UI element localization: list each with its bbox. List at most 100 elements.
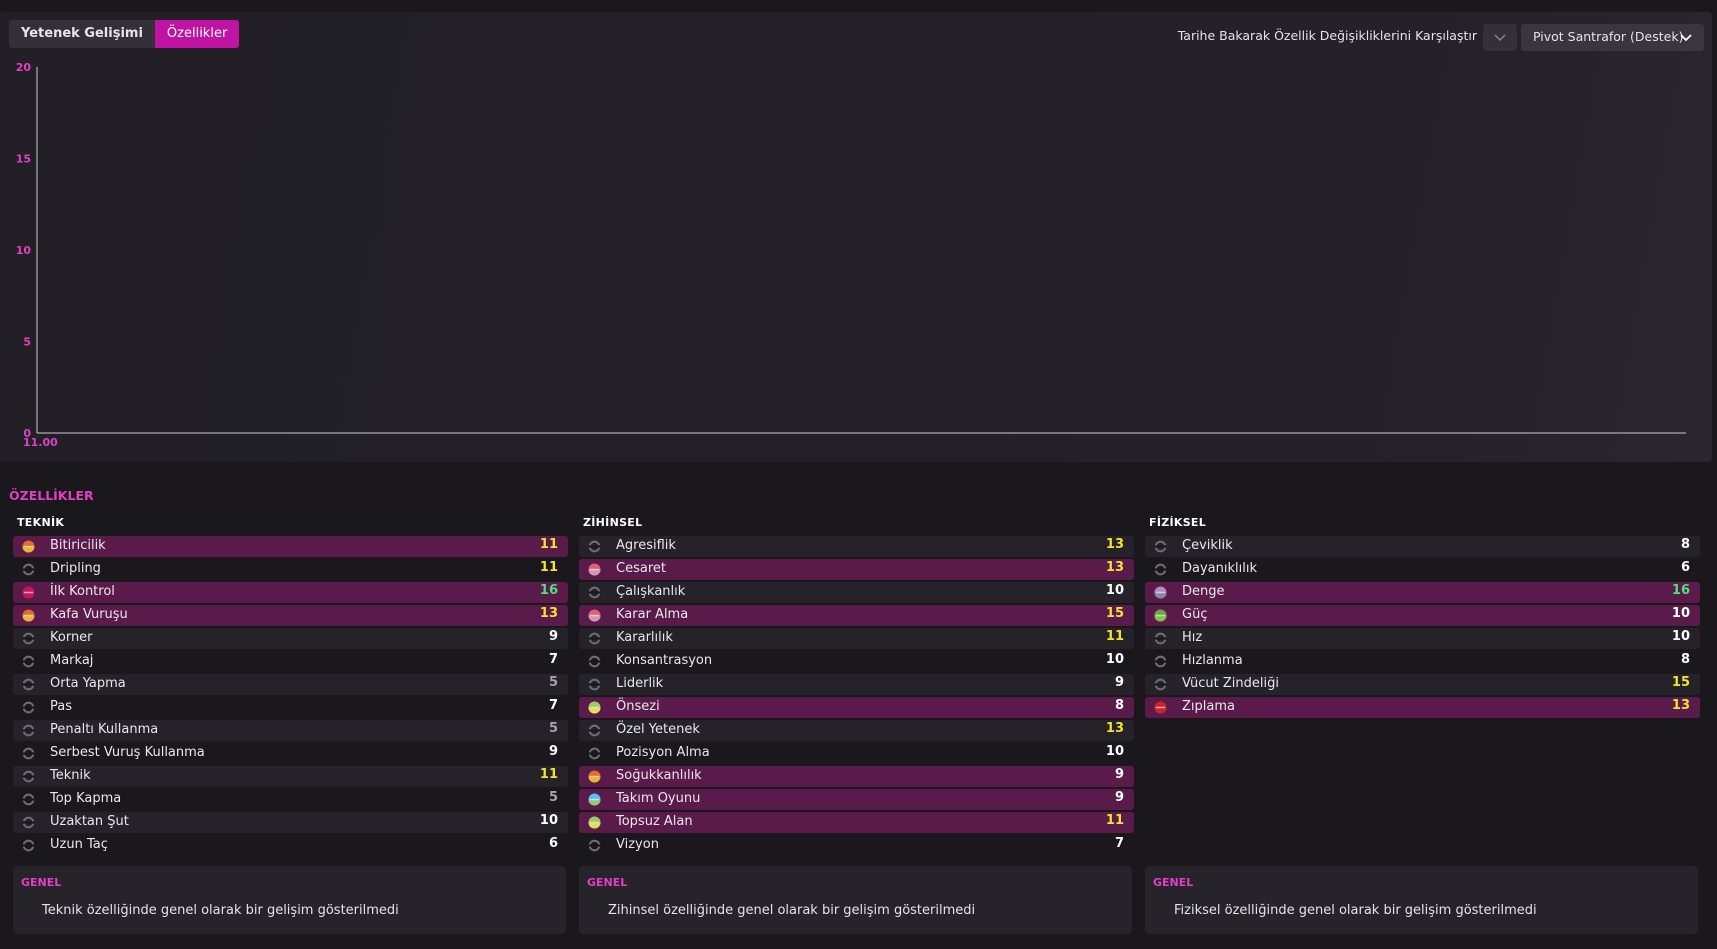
- neutral-icon: [588, 655, 601, 668]
- attribute-row-orta-yapma[interactable]: Orta Yapma 5: [13, 674, 568, 695]
- attribute-value: 11: [539, 560, 558, 575]
- summary-title: GENEL: [21, 876, 62, 889]
- attribute-row-uzaktan-sut[interactable]: Uzaktan Şut 10: [13, 812, 568, 833]
- attribute-row-uzun-tac[interactable]: Uzun Taç 6: [13, 835, 568, 856]
- attribute-row-bitiricilik[interactable]: Bitiricilik 11: [13, 536, 568, 557]
- attribute-row-sogukkanlilik[interactable]: Soğukkanlılık 9: [579, 766, 1134, 787]
- attribute-row-liderlik[interactable]: Liderlik 9: [579, 674, 1134, 695]
- attribute-value: 13: [1105, 537, 1124, 552]
- attribute-column-fiziksel: FİZİKSEL Çeviklik 8 Dayanıklılık 6 Denge 16 Güç…: [1145, 516, 1700, 720]
- attribute-row-karar-alma[interactable]: Karar Alma 15: [579, 605, 1134, 626]
- attribute-value: 13: [539, 606, 558, 621]
- attribute-row-kafa-vurusu[interactable]: Kafa Vuruşu 13: [13, 605, 568, 626]
- attribute-label: Kararlılık: [616, 630, 673, 645]
- key-attribute-icon: [588, 609, 601, 622]
- neutral-icon: [1154, 563, 1167, 576]
- attribute-row-ilk-kontrol[interactable]: İlk Kontrol 16: [13, 582, 568, 603]
- attribute-label: Serbest Vuruş Kullanma: [50, 745, 205, 760]
- attribute-label: Uzun Taç: [50, 837, 108, 852]
- attribute-label: Liderlik: [616, 676, 664, 691]
- attribute-label: Cesaret: [616, 561, 666, 576]
- attribute-row-dripling[interactable]: Dripling 11: [13, 559, 568, 580]
- attribute-row-dayaniklilik[interactable]: Dayanıklılık 6: [1145, 559, 1700, 580]
- attribute-row-guc[interactable]: Güç 10: [1145, 605, 1700, 626]
- neutral-icon: [22, 678, 35, 691]
- attribute-value: 13: [1671, 698, 1690, 713]
- attribute-row-denge[interactable]: Denge 16: [1145, 582, 1700, 603]
- attribute-row-cesaret[interactable]: Cesaret 13: [579, 559, 1134, 580]
- summary-title: GENEL: [1153, 876, 1194, 889]
- attribute-label: Dayanıklılık: [1182, 561, 1257, 576]
- attribute-value: 11: [1105, 813, 1124, 828]
- attribute-value: 5: [548, 790, 558, 805]
- attribute-chart: 0510152011.00: [16, 61, 1686, 449]
- attribute-row-onsezi[interactable]: Önsezi 8: [579, 697, 1134, 718]
- attribute-row-topsuz-alan[interactable]: Topsuz Alan 11: [579, 812, 1134, 833]
- attribute-value: 10: [539, 813, 558, 828]
- neutral-icon: [1154, 540, 1167, 553]
- attribute-label: Güç: [1182, 607, 1208, 622]
- attribute-label: Soğukkanlılık: [616, 768, 702, 783]
- summary-card-teknik: GENEL Teknik özelliğinde genel olarak bir…: [13, 866, 566, 934]
- key-attribute-icon: [1154, 701, 1167, 714]
- attribute-row-korner[interactable]: Korner 9: [13, 628, 568, 649]
- attribute-row-caliskanlik[interactable]: Çalışkanlık 10: [579, 582, 1134, 603]
- y-tick-label: 5: [23, 336, 31, 349]
- attribute-label: Denge: [1182, 584, 1225, 599]
- attribute-value: 5: [548, 721, 558, 736]
- attribute-row-agresiflik[interactable]: Agresiflik 13: [579, 536, 1134, 557]
- attribute-value: 16: [539, 583, 558, 598]
- key-attribute-icon: [588, 793, 601, 806]
- neutral-icon: [22, 839, 35, 852]
- attribute-row-vizyon[interactable]: Vizyon 7: [579, 835, 1134, 856]
- attribute-label: Markaj: [50, 653, 94, 668]
- key-attribute-icon: [1154, 586, 1167, 599]
- y-tick-label: 10: [16, 244, 32, 257]
- attribute-label: İlk Kontrol: [50, 584, 115, 599]
- summary-text: Teknik özelliğinde genel olarak bir geli…: [42, 903, 399, 918]
- attribute-label: Top Kapma: [50, 791, 122, 806]
- key-attribute-icon: [588, 816, 601, 829]
- attribute-row-pas[interactable]: Pas 7: [13, 697, 568, 718]
- attribute-label: Uzaktan Şut: [50, 814, 129, 829]
- column-heading: FİZİKSEL: [1149, 516, 1207, 529]
- summary-title: GENEL: [587, 876, 628, 889]
- attribute-row-serbest-vurus-kullanma[interactable]: Serbest Vuruş Kullanma 9: [13, 743, 568, 764]
- neutral-icon: [588, 839, 601, 852]
- attribute-column-teknik: TEKNİK Bitiricilik 11 Dripling 11 İlk Kontrol…: [13, 516, 568, 858]
- attribute-row-markaj[interactable]: Markaj 7: [13, 651, 568, 672]
- attribute-row-ozel-yetenek[interactable]: Özel Yetenek 13: [579, 720, 1134, 741]
- attribute-row-takim-oyunu[interactable]: Takım Oyunu 9: [579, 789, 1134, 810]
- attribute-row-hizlanma[interactable]: Hızlanma 8: [1145, 651, 1700, 672]
- attribute-value: 11: [539, 767, 558, 782]
- neutral-icon: [1154, 632, 1167, 645]
- attribute-row-ziplama[interactable]: Zıplama 13: [1145, 697, 1700, 718]
- attribute-label: Vücut Zindeliği: [1182, 676, 1279, 691]
- attribute-label: Önsezi: [616, 699, 660, 714]
- neutral-icon: [588, 747, 601, 760]
- attribute-row-pozisyon-alma[interactable]: Pozisyon Alma 10: [579, 743, 1134, 764]
- attribute-row-teknik[interactable]: Teknik 11: [13, 766, 568, 787]
- attribute-list: Çeviklik 8 Dayanıklılık 6 Denge 16 Güç 10 Hız 10 H…: [1145, 536, 1700, 718]
- attribute-value: 15: [1671, 675, 1690, 690]
- attribute-row-kararlilik[interactable]: Kararlılık 11: [579, 628, 1134, 649]
- neutral-icon: [22, 793, 35, 806]
- attribute-label: Zıplama: [1182, 699, 1235, 714]
- attribute-row-konsantrasyon[interactable]: Konsantrasyon 10: [579, 651, 1134, 672]
- attribute-row-penalti-kullanma[interactable]: Penaltı Kullanma 5: [13, 720, 568, 741]
- x-tick-label: 11.00: [23, 436, 58, 449]
- attribute-value: 5: [548, 675, 558, 690]
- attribute-row-hiz[interactable]: Hız 10: [1145, 628, 1700, 649]
- attribute-label: Çeviklik: [1182, 538, 1233, 553]
- neutral-icon: [22, 563, 35, 576]
- neutral-icon: [22, 655, 35, 668]
- attribute-row-ceviklik[interactable]: Çeviklik 8: [1145, 536, 1700, 557]
- attribute-row-top-kapma[interactable]: Top Kapma 5: [13, 789, 568, 810]
- attribute-row-vucut-zindeligi[interactable]: Vücut Zindeliği 15: [1145, 674, 1700, 695]
- column-heading: TEKNİK: [17, 516, 65, 529]
- attribute-label: Hızlanma: [1182, 653, 1243, 668]
- attribute-value: 9: [1114, 767, 1124, 782]
- summary-text: Zihinsel özelliğinde genel olarak bir ge…: [608, 903, 976, 918]
- attribute-label: Topsuz Alan: [616, 814, 693, 829]
- attribute-value: 8: [1680, 652, 1690, 667]
